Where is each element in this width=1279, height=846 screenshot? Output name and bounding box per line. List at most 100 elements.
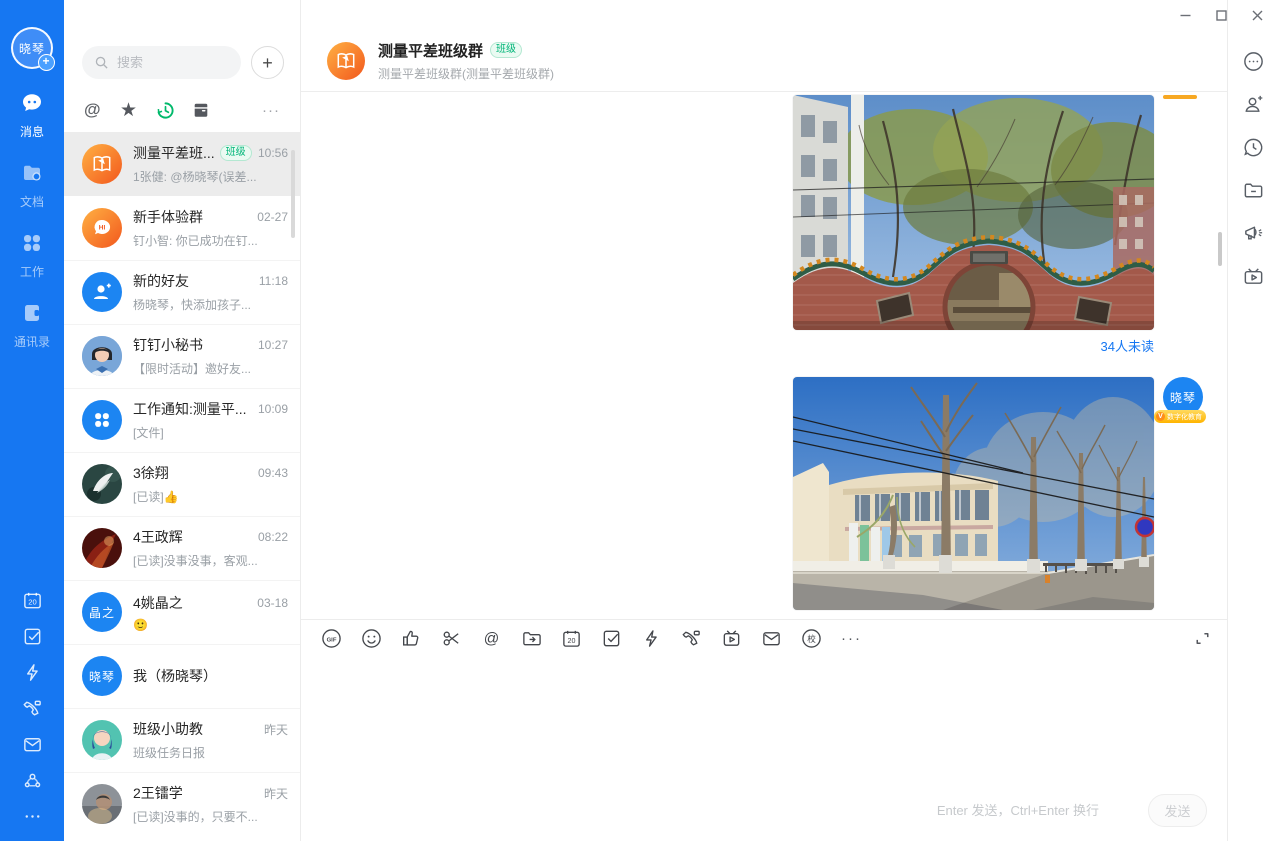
- mail-icon[interactable]: [761, 628, 782, 649]
- chat-item-newbie-group[interactable]: HI 新手体验群 02-27 钉小智: 你已成功在钉...: [64, 196, 300, 260]
- live-icon[interactable]: [1242, 265, 1265, 288]
- chat-item-xuxiang[interactable]: 3徐翔 09:43 [已读]👍: [64, 452, 300, 516]
- chat-title: 新的好友: [133, 271, 189, 291]
- person-add-icon[interactable]: [1242, 93, 1265, 116]
- sender-badge-text: 数字化教育: [1167, 412, 1202, 422]
- nav-contacts[interactable]: 通讯录: [14, 301, 50, 350]
- nav-docs-label: 文档: [20, 193, 44, 210]
- toolbar-more-icon[interactable]: ···: [841, 630, 862, 647]
- recent-filter-icon[interactable]: [156, 101, 192, 120]
- scissors-icon[interactable]: [441, 628, 462, 649]
- mention-icon[interactable]: @: [481, 628, 502, 649]
- todo-icon[interactable]: [601, 628, 622, 649]
- add-chat-button[interactable]: +: [251, 46, 284, 79]
- chat-title: 我（杨晓琴）: [133, 666, 217, 686]
- chat-list-scrollbar[interactable]: [291, 150, 295, 238]
- chat-preview: [文件]: [133, 424, 288, 441]
- group-book-avatar[interactable]: [327, 42, 365, 80]
- minimize-button[interactable]: [1171, 2, 1199, 28]
- calendar-icon[interactable]: 20: [22, 590, 43, 611]
- chat-bubble-icon: [20, 91, 44, 120]
- unread-count-link[interactable]: 34人未读: [1101, 336, 1154, 355]
- message-scrollbar[interactable]: [1218, 232, 1222, 266]
- text-avatar: 晶之: [82, 592, 122, 632]
- chat-item-group-class[interactable]: 测量平差班... 班级 10:56 1张健: @杨晓琴(误差...: [64, 132, 300, 196]
- chat-item-yaojingzhi[interactable]: 晶之 4姚晶之 03-18 🙂: [64, 580, 300, 644]
- chat-preview: 钉小智: 你已成功在钉...: [133, 232, 288, 249]
- nav-work[interactable]: 工作: [20, 231, 44, 280]
- scrolled-avatar-badge: [1163, 95, 1197, 99]
- photo-message-garden-wall[interactable]: [793, 95, 1154, 330]
- chat-title: 2王镭学: [133, 783, 183, 803]
- filter-more-icon[interactable]: ···: [262, 102, 280, 119]
- close-button[interactable]: [1243, 2, 1271, 28]
- circle-more-icon[interactable]: [1242, 50, 1265, 73]
- app-window: 晓琴 + 消息 文档 工作 通讯录 20: [0, 0, 1279, 841]
- emoji-icon[interactable]: [361, 628, 382, 649]
- gray-photo-avatar: [82, 784, 122, 824]
- gif-icon[interactable]: GIF: [321, 628, 342, 649]
- nav-work-label: 工作: [20, 263, 44, 280]
- chat-item-new-friends[interactable]: 新的好友 11:18 杨晓琴，快添加孩子...: [64, 260, 300, 324]
- chat-history-icon[interactable]: [1242, 136, 1265, 159]
- chat-item-secretary[interactable]: 钉钉小秘书 10:27 【限时活动】邀好友...: [64, 324, 300, 388]
- assistant-avatar: [82, 720, 122, 760]
- video-call-icon[interactable]: [681, 628, 702, 649]
- live-icon[interactable]: [721, 628, 742, 649]
- composer: GIF @ 20 校 ··· Enter 发送，Ctrl+Enter 换行 发: [301, 619, 1227, 841]
- expand-icon[interactable]: [1192, 628, 1213, 649]
- chat-item-class-assistant[interactable]: 班级小助教 昨天 班级任务日报: [64, 708, 300, 772]
- chat-time: 10:27: [258, 338, 288, 352]
- chat-subtitle: 测量平差班级群(测量平差班级群): [378, 65, 554, 82]
- photo-message-school-street[interactable]: [793, 377, 1154, 610]
- sidebar-tools: 20: [22, 590, 43, 827]
- thumbs-up-icon[interactable]: [401, 628, 422, 649]
- nav-contacts-label: 通讯录: [14, 333, 50, 350]
- avatar-add-icon[interactable]: +: [38, 54, 55, 71]
- search-icon: [94, 55, 109, 70]
- chat-title: 测量平差班级群: [378, 40, 483, 61]
- search-row: +: [82, 46, 284, 79]
- chat-preview: 杨晓琴，快添加孩子...: [133, 296, 288, 313]
- nav-messages[interactable]: 消息: [20, 91, 44, 140]
- chat-item-self[interactable]: 晓琴 我（杨晓琴）: [64, 644, 300, 708]
- composer-toolbar: GIF @ 20 校 ···: [301, 620, 1227, 657]
- search-box[interactable]: [82, 46, 241, 79]
- nav-docs[interactable]: 文档: [20, 161, 44, 210]
- flash-icon[interactable]: [22, 662, 43, 683]
- file-send-icon[interactable]: [521, 628, 542, 649]
- share-network-icon[interactable]: [22, 770, 43, 791]
- todo-icon[interactable]: [22, 626, 43, 647]
- archive-filter-icon[interactable]: [192, 101, 228, 119]
- chat-item-wangzhenghui[interactable]: 4王政辉 08:22 [已读]没事没事，客观...: [64, 516, 300, 580]
- video-call-icon[interactable]: [22, 698, 43, 719]
- mention-filter-icon[interactable]: @: [84, 100, 120, 120]
- flash-icon[interactable]: [641, 628, 662, 649]
- maximize-button[interactable]: [1207, 2, 1235, 28]
- user-avatar[interactable]: 晓琴 +: [11, 27, 53, 69]
- class-badge: 班级: [490, 42, 522, 58]
- send-button[interactable]: 发送: [1148, 794, 1207, 827]
- svg-text:GIF: GIF: [327, 637, 337, 643]
- star-filter-icon[interactable]: ★: [120, 101, 156, 120]
- send-hint: Enter 发送，Ctrl+Enter 换行: [937, 800, 1099, 819]
- chat-time: 11:18: [259, 274, 288, 288]
- chat-preview: 班级任务日报: [133, 744, 288, 761]
- calendar-icon[interactable]: 20: [561, 628, 582, 649]
- search-input[interactable]: [115, 54, 229, 71]
- folder-icon[interactable]: [1242, 179, 1265, 202]
- chat-time: 03-18: [257, 596, 288, 610]
- announce-icon[interactable]: [1242, 222, 1265, 245]
- chat-item-wangleixue[interactable]: 2王镭学 昨天 [已读]没事的，只要不...: [64, 772, 300, 836]
- red-photo-avatar: [82, 528, 122, 568]
- mail-icon[interactable]: [22, 734, 43, 755]
- svg-text:校: 校: [807, 633, 816, 644]
- school-icon[interactable]: 校: [801, 628, 822, 649]
- secretary-photo-avatar: [82, 336, 122, 376]
- chat-item-work-notice[interactable]: 工作通知:测量平... 10:09 [文件]: [64, 388, 300, 452]
- chat-title: 4姚晶之: [133, 593, 183, 613]
- more-icon[interactable]: [22, 806, 43, 827]
- chat-preview: [已读]👍: [133, 488, 288, 505]
- chat-list-pane: + @ ★ ··· 测量平差班... 班级 10:56 1张健: @杨晓琴(误差…: [64, 0, 301, 841]
- nav-messages-label: 消息: [20, 123, 44, 140]
